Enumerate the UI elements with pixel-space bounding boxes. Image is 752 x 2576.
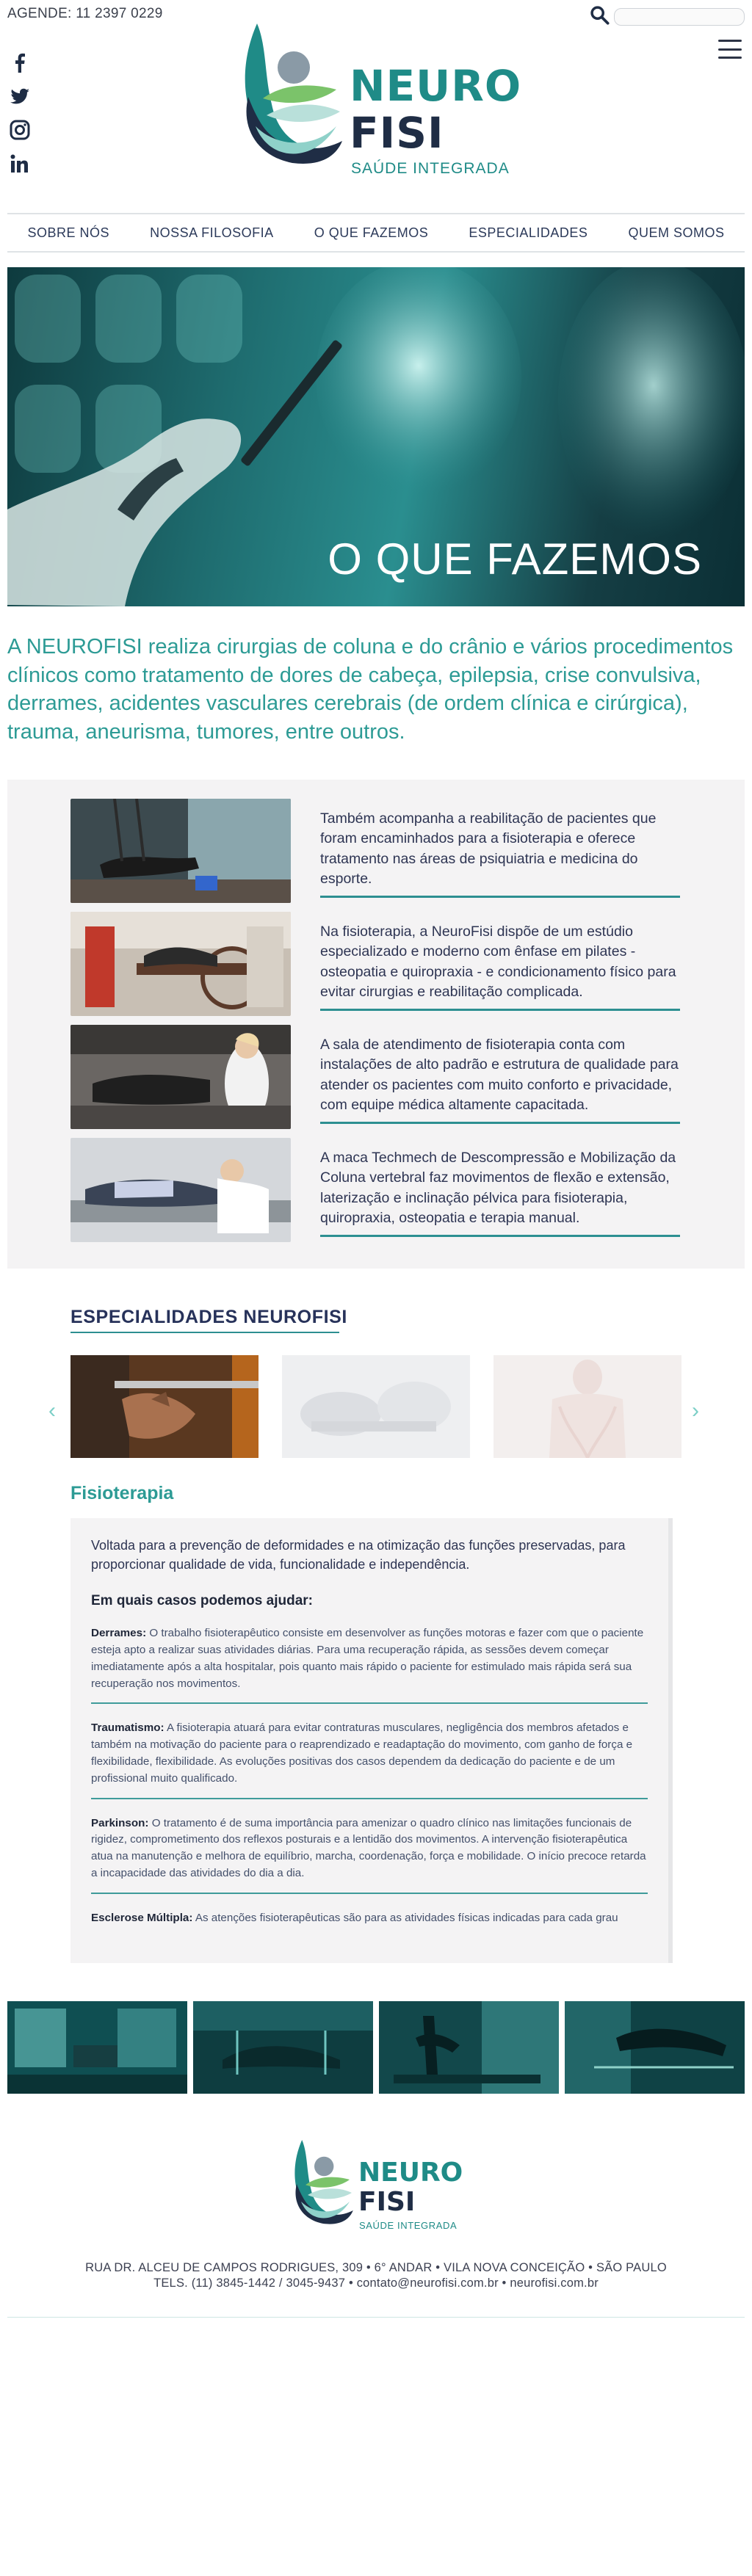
main-nav: SOBRE NÓS NOSSA FILOSOFIA O QUE FAZEMOS … [7,213,745,253]
logo-mark-icon [294,2140,353,2224]
active-specialty-title: Fisioterapia [70,1483,174,1503]
case-term: Esclerose Múltipla: [91,1911,193,1924]
nav-item-nossa-filosofia[interactable]: NOSSA FILOSOFIA [150,225,274,241]
case-item: Traumatismo: A fisioterapia atuará para … [91,1720,648,1799]
footer-logo[interactable]: NEURO FISI SAÚDE INTEGRADA [288,2130,464,2235]
search-input[interactable] [614,7,745,26]
service-photo [70,1025,291,1129]
service-item: A maca Techmech de Descompressão e Mobil… [70,1138,687,1242]
specialty-intro: Voltada para a prevenção de deformidades… [91,1538,626,1572]
search-icon[interactable] [589,4,610,29]
logo-text-neuro: NEURO [350,61,522,111]
case-text: O tratamento é de suma importância para … [91,1816,646,1879]
service-item: Também acompanha a reabilitação de pacie… [70,799,687,903]
hero-banner: O QUE FAZEMOS [7,267,745,606]
facebook-icon[interactable] [9,51,31,73]
photo-gallery [7,2001,745,2094]
specialties-underline [70,1332,339,1333]
specialty-thumb-2[interactable] [282,1355,470,1458]
specialty-thumb-3[interactable] [494,1355,682,1458]
specialty-detail-panel: Voltada para a prevenção de deformidades… [70,1518,673,1963]
logo-tagline: SAÚDE INTEGRADA [351,160,510,177]
specialty-question: Em quais casos podemos ajudar: [91,1593,313,1609]
nav-item-especialidades[interactable]: ESPECIALIDADES [469,225,588,241]
footer-logo-text-fisi: FISI [358,2187,416,2217]
nav-item-o-que-fazemos[interactable]: O QUE FAZEMOS [314,225,429,241]
case-term: Traumatismo: [91,1721,164,1735]
logo-text-fisi: FISI [350,108,444,158]
social-links [9,51,31,175]
case-item: Parkinson: O tratamento é de suma import… [91,1815,648,1894]
service-photo [70,1138,291,1242]
service-text: Também acompanha a reabilitação de pacie… [320,810,657,887]
gallery-photo[interactable] [565,2001,745,2094]
menu-icon[interactable] [718,40,742,59]
gallery-photo[interactable] [379,2001,559,2094]
service-text: A maca Techmech de Descompressão e Mobil… [320,1150,676,1226]
service-photo [70,799,291,903]
services-section: Também acompanha a reabilitação de pacie… [7,780,745,1269]
search-bar [589,4,745,29]
service-divider [320,1235,680,1237]
footer-logo-tagline: SAÚDE INTEGRADA [359,2220,458,2231]
service-divider [320,896,680,898]
service-photo [70,912,291,1016]
carousel-prev-icon[interactable]: ‹ [48,1398,56,1423]
gallery-photo[interactable] [7,2001,187,2094]
schedule-phone[interactable]: AGENDE: 11 2397 0229 [7,6,163,22]
case-text: A fisioterapia atuará para evitar contra… [91,1721,633,1785]
instagram-icon[interactable] [9,119,31,141]
service-item: Na fisioterapia, a NeuroFisi dispõe de u… [70,912,687,1016]
service-divider [320,1122,680,1124]
linkedin-icon[interactable] [9,153,31,175]
case-item: Esclerose Múltipla: As atenções fisioter… [91,1910,648,1937]
specialty-thumb-fisioterapia[interactable] [70,1355,258,1458]
nav-item-sobre-nos[interactable]: SOBRE NÓS [28,225,110,241]
intro-paragraph: A NEUROFISI realiza cirurgias de coluna … [7,635,734,744]
specialties-title: ESPECIALIDADES NEUROFISI [70,1307,347,1327]
carousel-next-icon[interactable]: › [692,1398,699,1423]
case-term: Parkinson: [91,1816,149,1829]
case-text: O trabalho fisioterapêutico consiste em … [91,1627,644,1690]
case-item: Derrames: O trabalho fisioterapêutico co… [91,1625,648,1705]
footer-contact[interactable]: TELS. (11) 3845-1442 / 3045-9437 • conta… [0,2276,752,2290]
twitter-icon[interactable] [9,85,31,107]
footer-address: RUA DR. ALCEU DE CAMPOS RODRIGUES, 309 •… [85,2261,667,2274]
nav-item-quem-somos[interactable]: QUEM SOMOS [628,225,724,241]
service-text: A sala de atendimento de fisioterapia co… [320,1037,679,1113]
case-term: Derrames: [91,1627,147,1640]
logo[interactable]: NEURO FISI SAÚDE INTEGRADA [234,16,527,185]
logo-mark-icon [245,23,342,164]
service-text: Na fisioterapia, a NeuroFisi dispõe de u… [320,924,676,1000]
hero-title: O QUE FAZEMOS [328,534,702,584]
case-text: As atenções fisioterapêuticas são para a… [195,1911,618,1924]
footer-logo-text-neuro: NEURO [358,2158,463,2188]
footer-divider [7,2317,745,2318]
service-divider [320,1009,680,1011]
service-item: A sala de atendimento de fisioterapia co… [70,1025,687,1129]
gallery-photo[interactable] [193,2001,373,2094]
